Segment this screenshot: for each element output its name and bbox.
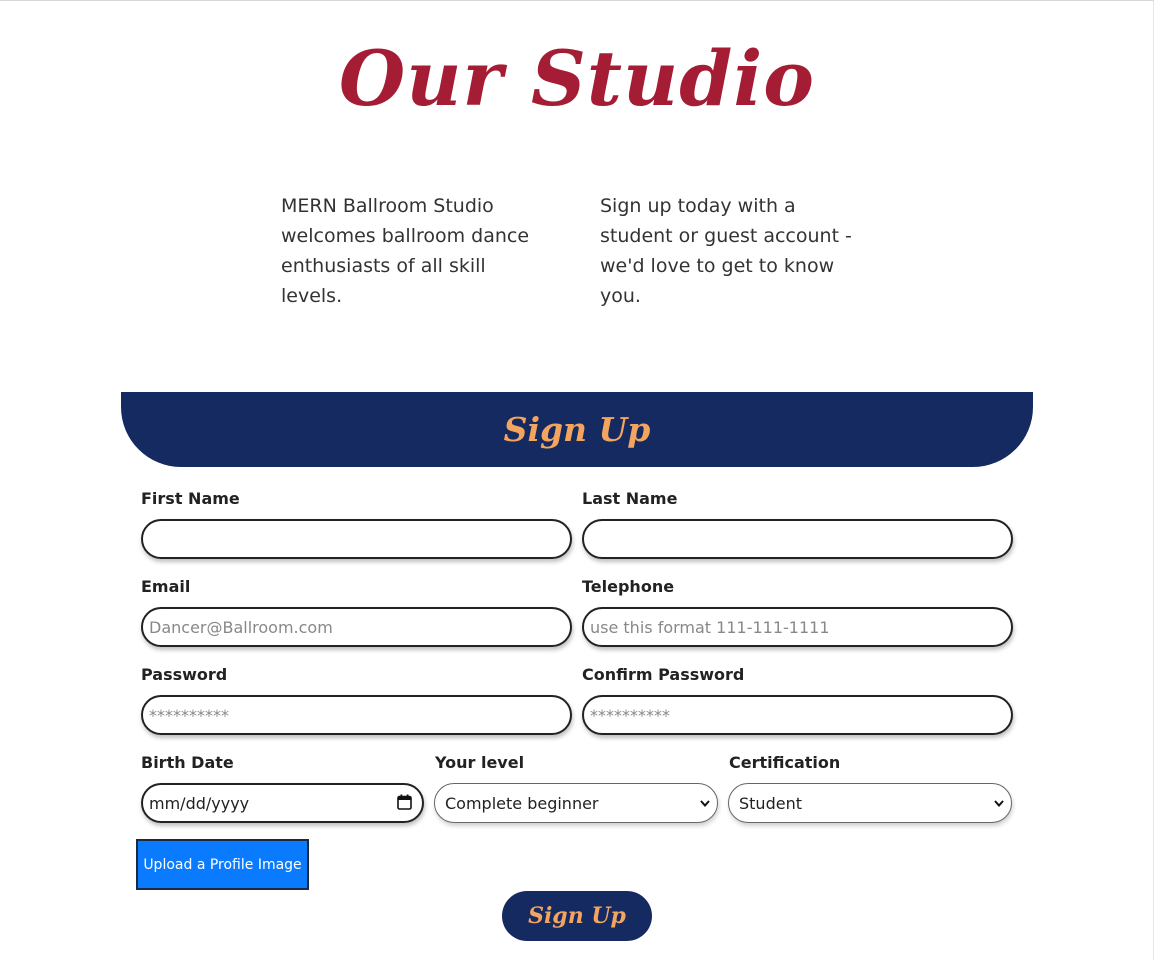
intro-text-welcome: MERN Ballroom Studio welcomes ballroom d… <box>281 195 530 307</box>
calendar-icon[interactable] <box>397 794 412 810</box>
email-input[interactable]: Dancer@Ballroom.com <box>141 607 572 647</box>
confirm-password-input[interactable]: ********** <box>582 695 1013 735</box>
signup-form-card: Sign Up <box>121 392 1033 467</box>
telephone-input[interactable]: use this format 111-111-1111 <box>582 607 1013 647</box>
telephone-label: Telephone <box>582 577 675 596</box>
first-name-input[interactable] <box>141 519 572 559</box>
certification-label: Certification <box>729 753 841 772</box>
form-header: Sign Up <box>121 392 1033 467</box>
last-name-input[interactable] <box>582 519 1013 559</box>
page-title: Our Studio <box>339 34 815 123</box>
chevron-down-icon <box>700 800 710 808</box>
level-select[interactable]: Complete beginner <box>434 783 718 823</box>
level-label: Your level <box>435 753 525 772</box>
chevron-down-icon <box>994 800 1004 808</box>
password-input[interactable]: ********** <box>141 695 572 735</box>
last-name-label: Last Name <box>582 489 678 508</box>
email-label: Email <box>141 577 191 596</box>
password-label: Password <box>141 665 228 684</box>
birth-date-input[interactable]: mm/dd/yyyy <box>141 783 424 823</box>
birth-date-label: Birth Date <box>141 753 234 772</box>
certification-selected-value: Student <box>739 793 802 813</box>
confirm-password-label: Confirm Password <box>582 665 745 684</box>
intro-text-signup: Sign up today with a student or guest ac… <box>600 195 852 307</box>
page: Our Studio MERN Ballroom Studio welcomes… <box>0 0 1154 960</box>
level-selected-value: Complete beginner <box>445 793 599 813</box>
birth-date-value: mm/dd/yyyy <box>149 793 250 813</box>
sign-up-submit-button[interactable]: Sign Up <box>502 891 652 941</box>
upload-profile-image-button[interactable]: Upload a Profile Image <box>136 839 309 890</box>
form-heading: Sign Up <box>503 410 651 449</box>
first-name-label: First Name <box>141 489 240 508</box>
certification-select[interactable]: Student <box>728 783 1012 823</box>
